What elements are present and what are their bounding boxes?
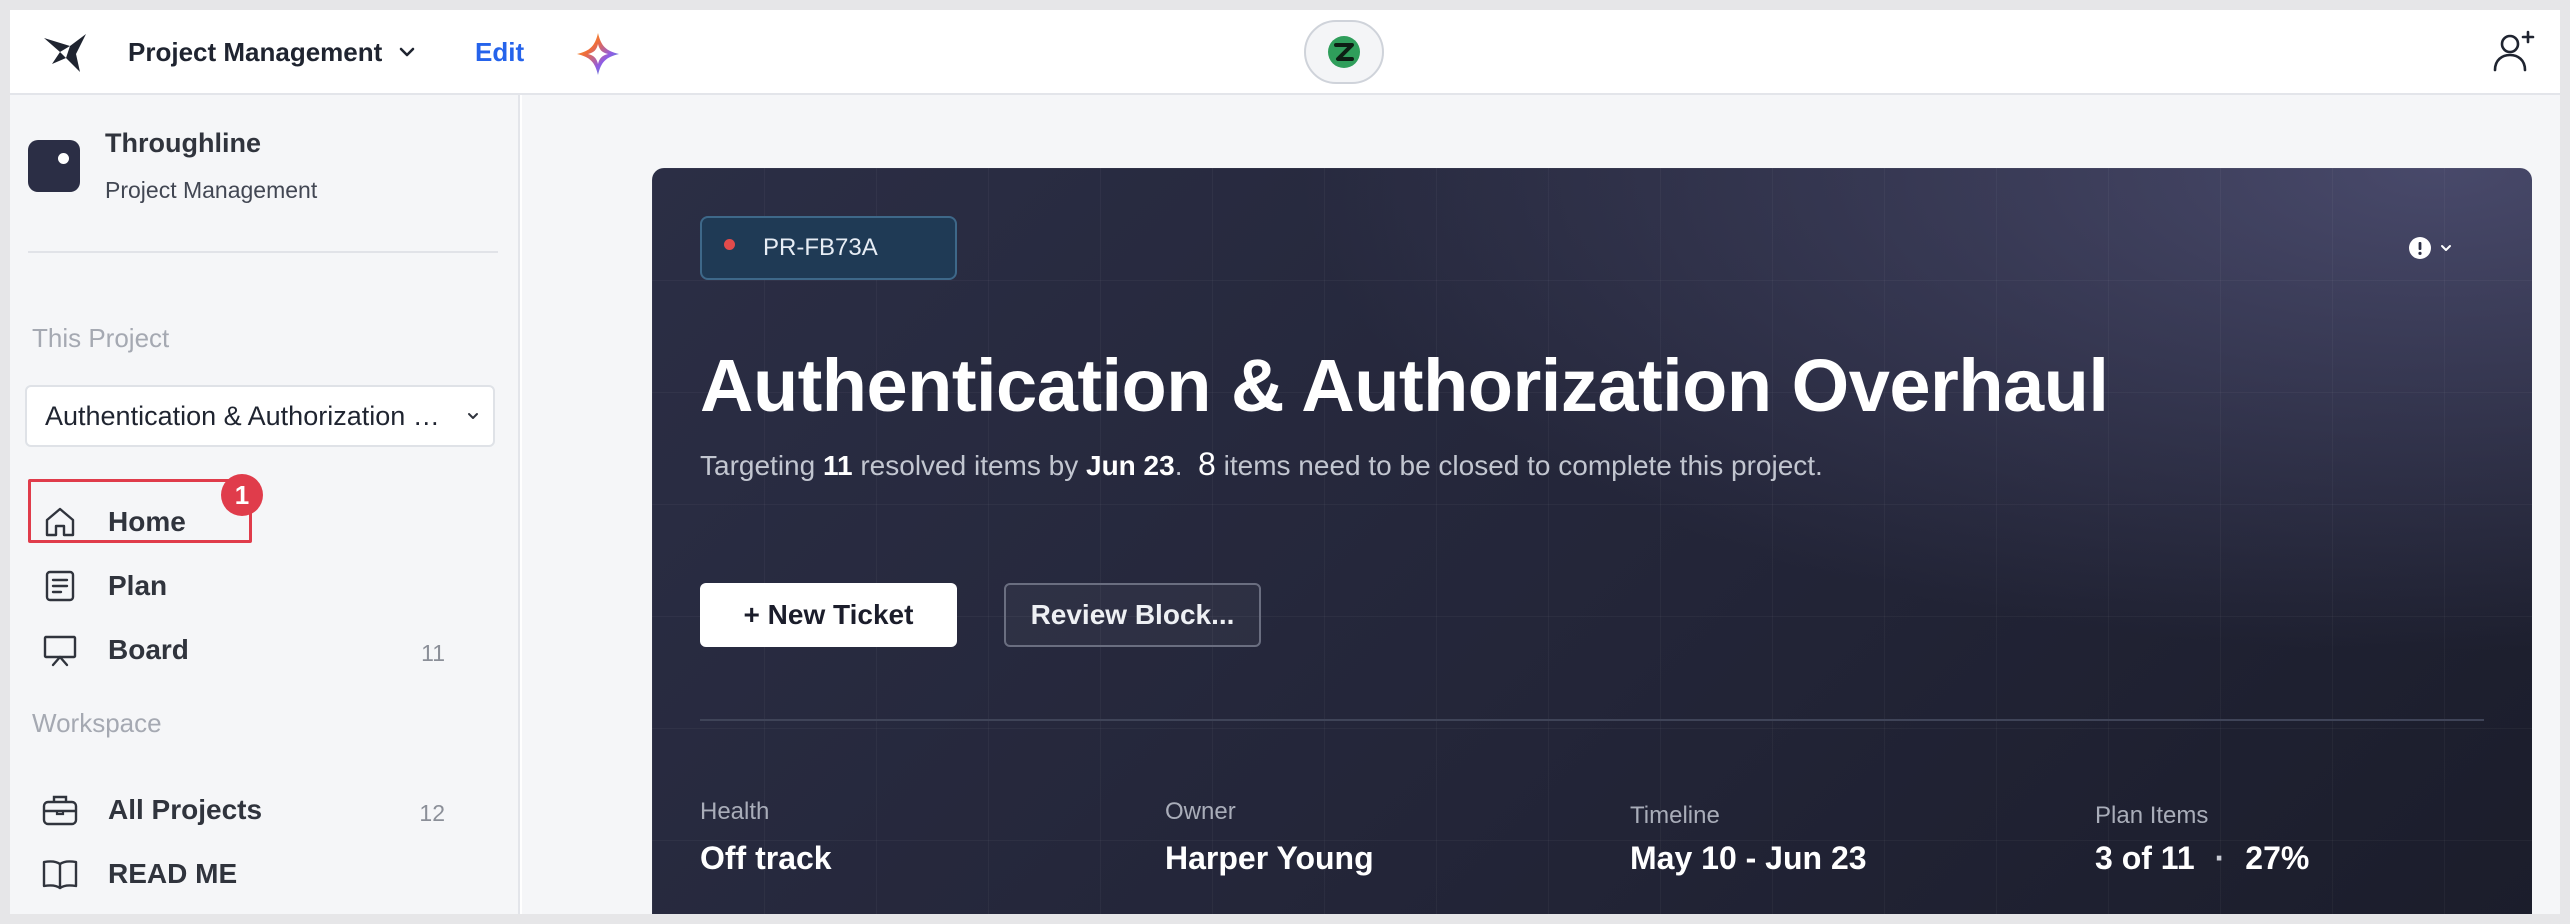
section-label-this-project: This Project — [32, 323, 170, 353]
remaining-count: 8 — [1198, 446, 1216, 482]
hero-divider — [700, 719, 2484, 721]
summary-text: Targeting — [700, 450, 823, 481]
board-icon — [40, 630, 80, 670]
app-title: Project Management — [128, 36, 383, 67]
org-name[interactable]: Throughline — [105, 128, 261, 159]
org-subtitle: Project Management — [105, 177, 318, 203]
annotation-marker: 1 — [221, 474, 263, 516]
sidebar: Throughline Project Management This Proj… — [10, 95, 520, 914]
chevron-down-icon — [2441, 245, 2451, 251]
sparkle-icon[interactable] — [574, 30, 622, 78]
main-content: PR-FB73A Authentication & Authorization … — [522, 95, 2560, 914]
stat-label: Plan Items — [2095, 802, 2209, 829]
summary-text: . — [1174, 450, 1183, 481]
stat-value: Harper Young — [1165, 840, 1374, 876]
sidebar-item-label: All Projects — [108, 794, 263, 825]
sidebar-item-label: Board — [108, 634, 189, 665]
project-id-badge[interactable]: PR-FB73A — [700, 216, 957, 280]
resolved-count: 11 — [822, 450, 853, 481]
stat-health: Health Off track — [700, 798, 832, 877]
stat-plan-items: Plan Items 3 of 11 · 27% — [2095, 802, 2309, 877]
project-select-value: Authentication & Authorization Overhaul — [45, 400, 455, 431]
chevron-down-icon — [468, 413, 478, 419]
sidebar-item-read-me[interactable]: READ ME — [10, 848, 460, 900]
review-blockers-button[interactable]: Review Block... — [1004, 583, 1261, 647]
stat-value: May 10 - Jun 23 — [1630, 840, 1867, 876]
project-summary: Targeting 11 resolved items by Jun 23. 8… — [700, 446, 1823, 483]
stat-percent: 27% — [2245, 840, 2310, 876]
project-id: PR-FB73A — [763, 234, 878, 261]
stat-value-row: 3 of 11 · 27% — [2095, 840, 2309, 877]
top-bar: Project Management Edit — [10, 10, 2560, 95]
edit-link[interactable]: Edit — [475, 37, 524, 68]
sidebar-item-plan[interactable]: Plan — [10, 560, 460, 612]
sidebar-item-board[interactable]: Board 11 — [10, 624, 460, 676]
section-label-workspace: Workspace — [32, 708, 162, 738]
summary-text: resolved items by — [852, 450, 1086, 481]
project-title: Authentication & Authorization Overhaul — [700, 344, 2109, 427]
add-user-icon[interactable] — [2490, 28, 2538, 76]
sidebar-item-label: READ ME — [108, 858, 238, 889]
chevron-down-icon — [399, 47, 415, 57]
stat-label: Owner — [1165, 798, 1236, 825]
bird-logo-icon[interactable] — [40, 28, 90, 78]
app-switcher[interactable]: Project Management — [128, 30, 418, 74]
new-ticket-button[interactable]: + New Ticket — [700, 583, 957, 647]
due-date: Jun 23 — [1086, 450, 1175, 481]
home-icon — [40, 502, 80, 542]
assistant-icon — [1328, 36, 1360, 68]
stat-value: Off track — [700, 840, 832, 876]
status-dot — [724, 238, 735, 250]
stat-timeline: Timeline May 10 - Jun 23 — [1630, 802, 1867, 877]
app-window: Project Management Edit Throughline Proj… — [10, 10, 2560, 914]
stat-owner: Owner Harper Young — [1165, 798, 1374, 877]
info-icon — [2409, 237, 2431, 259]
info-menu-button[interactable] — [2408, 236, 2454, 260]
count-badge: 11 — [421, 640, 445, 666]
sidebar-item-label: Plan — [108, 570, 168, 601]
briefcase-icon — [40, 790, 80, 830]
org-avatar[interactable] — [28, 140, 80, 192]
separator-dot: · — [2214, 840, 2226, 876]
project-hero-card: PR-FB73A Authentication & Authorization … — [652, 168, 2532, 914]
project-select[interactable]: Authentication & Authorization Overhaul — [25, 385, 495, 447]
sidebar-item-label: Home — [108, 506, 186, 537]
assistant-button[interactable] — [1304, 20, 1384, 84]
stat-label: Health — [700, 798, 770, 825]
book-icon — [40, 854, 80, 894]
stat-label: Timeline — [1630, 802, 1720, 829]
sidebar-divider — [28, 251, 498, 253]
count-badge: 12 — [419, 800, 445, 826]
summary-text: items need to be closed to complete this… — [1215, 450, 1823, 481]
list-icon — [40, 566, 80, 606]
sidebar-item-all-projects[interactable]: All Projects 12 — [10, 784, 460, 836]
stat-value: 3 of 11 — [2095, 840, 2195, 876]
